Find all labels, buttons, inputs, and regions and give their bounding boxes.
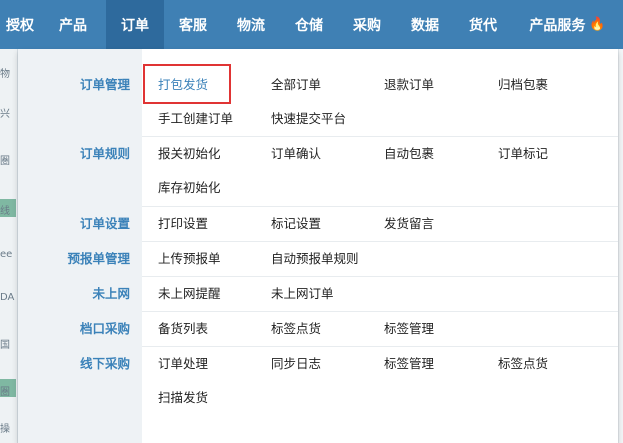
menu-item-sync-log[interactable]: 同步日志	[271, 356, 321, 372]
background-fragment: 圏	[0, 156, 10, 167]
nav-tab-products[interactable]: 产品	[40, 0, 106, 49]
section-label: 订单设置	[79, 216, 130, 231]
nav-tab-label: 产品	[59, 17, 87, 34]
nav-tab-label: 客服	[179, 17, 207, 34]
nav-tab-label: 数据	[411, 17, 439, 34]
background-fragment: 兴	[0, 109, 10, 120]
menu-item-pack-and-ship[interactable]: 打包发货	[158, 77, 208, 93]
menu-item-shipping-message[interactable]: 发货留言	[384, 216, 434, 232]
menu-item-label-checking[interactable]: 标签点货	[498, 356, 548, 372]
menu-section-forecast-management: 预报单管理 上传预报单 自动预报单规则	[18, 242, 618, 277]
background-page-left: 物 兴 圏 线 ee DA 国 圏 操	[0, 49, 18, 443]
menu-item-order-confirm[interactable]: 订单确认	[271, 146, 321, 162]
nav-tab-warehouse[interactable]: 仓储	[280, 0, 338, 49]
menu-item-customs-init[interactable]: 报关初始化	[158, 146, 221, 162]
menu-section-not-online: 未上网 未上网提醒 未上网订单	[18, 277, 618, 312]
menu-section-stall-purchasing: 档口采购 备货列表 标签点货 标签管理	[18, 312, 618, 347]
nav-tab-freight[interactable]: 货代	[454, 0, 512, 49]
nav-tab-label: 采购	[353, 17, 381, 34]
nav-tab-data[interactable]: 数据	[396, 0, 454, 49]
section-label: 未上网	[92, 286, 130, 301]
menu-item-inventory-init[interactable]: 库存初始化	[158, 180, 221, 196]
section-label: 订单管理	[79, 77, 130, 92]
menu-item-not-online-reminder[interactable]: 未上网提醒	[158, 286, 221, 302]
menu-item-upload-forecast[interactable]: 上传预报单	[158, 251, 221, 267]
menu-item-auto-package[interactable]: 自动包裹	[384, 146, 434, 162]
menu-item-label-management[interactable]: 标签管理	[384, 356, 434, 372]
nav-tab-purchasing[interactable]: 采购	[338, 0, 396, 49]
nav-tab-customer-service[interactable]: 客服	[164, 0, 222, 49]
menu-item-archived-packages[interactable]: 归档包裹	[498, 77, 548, 93]
nav-tab-label: 仓储	[295, 17, 323, 34]
menu-item-auto-forecast-rules[interactable]: 自动预报单规则	[271, 251, 359, 267]
section-label: 订单规则	[79, 146, 130, 161]
background-fragment: 线	[0, 206, 10, 217]
menu-section-order-management: 订单管理 打包发货 全部订单 退款订单 归档包裹 手工创建订单 快速提交平台	[18, 67, 618, 137]
background-fragment: 操	[0, 424, 10, 435]
menu-item-manual-create-order[interactable]: 手工创建订单	[158, 111, 233, 127]
background-fragment: DA	[0, 292, 15, 303]
menu-item-label-management[interactable]: 标签管理	[384, 321, 434, 337]
menu-section-offline-purchasing: 线下采购 订单处理 同步日志 标签管理 标签点货 扫描发货	[18, 347, 618, 417]
menu-item-stock-list[interactable]: 备货列表	[158, 321, 208, 337]
nav-tab-label: 货代	[469, 17, 497, 34]
flame-icon: 🔥	[589, 17, 606, 32]
background-fragment: 物	[0, 69, 10, 80]
menu-item-label-checking[interactable]: 标签点货	[271, 321, 321, 337]
background-fragment: ee	[0, 249, 13, 260]
nav-tab-logistics[interactable]: 物流	[222, 0, 280, 49]
menu-item-order-processing[interactable]: 订单处理	[158, 356, 208, 372]
nav-tab-orders[interactable]: 订单	[106, 0, 164, 49]
menu-item-scan-ship[interactable]: 扫描发货	[158, 390, 208, 406]
menu-item-order-mark[interactable]: 订单标记	[498, 146, 548, 162]
section-label: 线下采购	[79, 356, 130, 371]
menu-item-quick-submit-platform[interactable]: 快速提交平台	[271, 111, 346, 127]
section-label: 档口采购	[79, 321, 130, 336]
nav-tab-label: 订单	[121, 17, 149, 34]
nav-tab-label: 物流	[237, 17, 265, 34]
nav-tab-label: 产品服务	[529, 17, 586, 34]
menu-item-mark-settings[interactable]: 标记设置	[271, 216, 321, 232]
menu-item-print-settings[interactable]: 打印设置	[158, 216, 208, 232]
menu-item-refund-orders[interactable]: 退款订单	[384, 77, 434, 93]
nav-tab-product-services[interactable]: 产品服务 🔥	[512, 0, 623, 49]
background-page-right	[618, 49, 623, 443]
nav-tab-label: 授权	[6, 17, 34, 34]
background-fragment: 圏	[0, 387, 10, 398]
menu-section-order-settings: 订单设置 打印设置 标记设置 发货留言	[18, 207, 618, 242]
orders-mega-menu: 订单管理 打包发货 全部订单 退款订单 归档包裹 手工创建订单 快速提交平台 订…	[18, 49, 618, 443]
background-fragment: 国	[0, 340, 10, 351]
section-label: 预报单管理	[67, 251, 130, 266]
menu-item-not-online-orders[interactable]: 未上网订单	[271, 286, 334, 302]
menu-item-all-orders[interactable]: 全部订单	[271, 77, 321, 93]
nav-tab-auth[interactable]: 授权	[0, 0, 40, 49]
menu-section-order-rules: 订单规则 报关初始化 订单确认 自动包裹 订单标记 库存初始化	[18, 137, 618, 207]
top-nav-bar: 授权 产品 订单 客服 物流 仓储 采购 数据 货代 产品服务 🔥	[0, 0, 623, 49]
